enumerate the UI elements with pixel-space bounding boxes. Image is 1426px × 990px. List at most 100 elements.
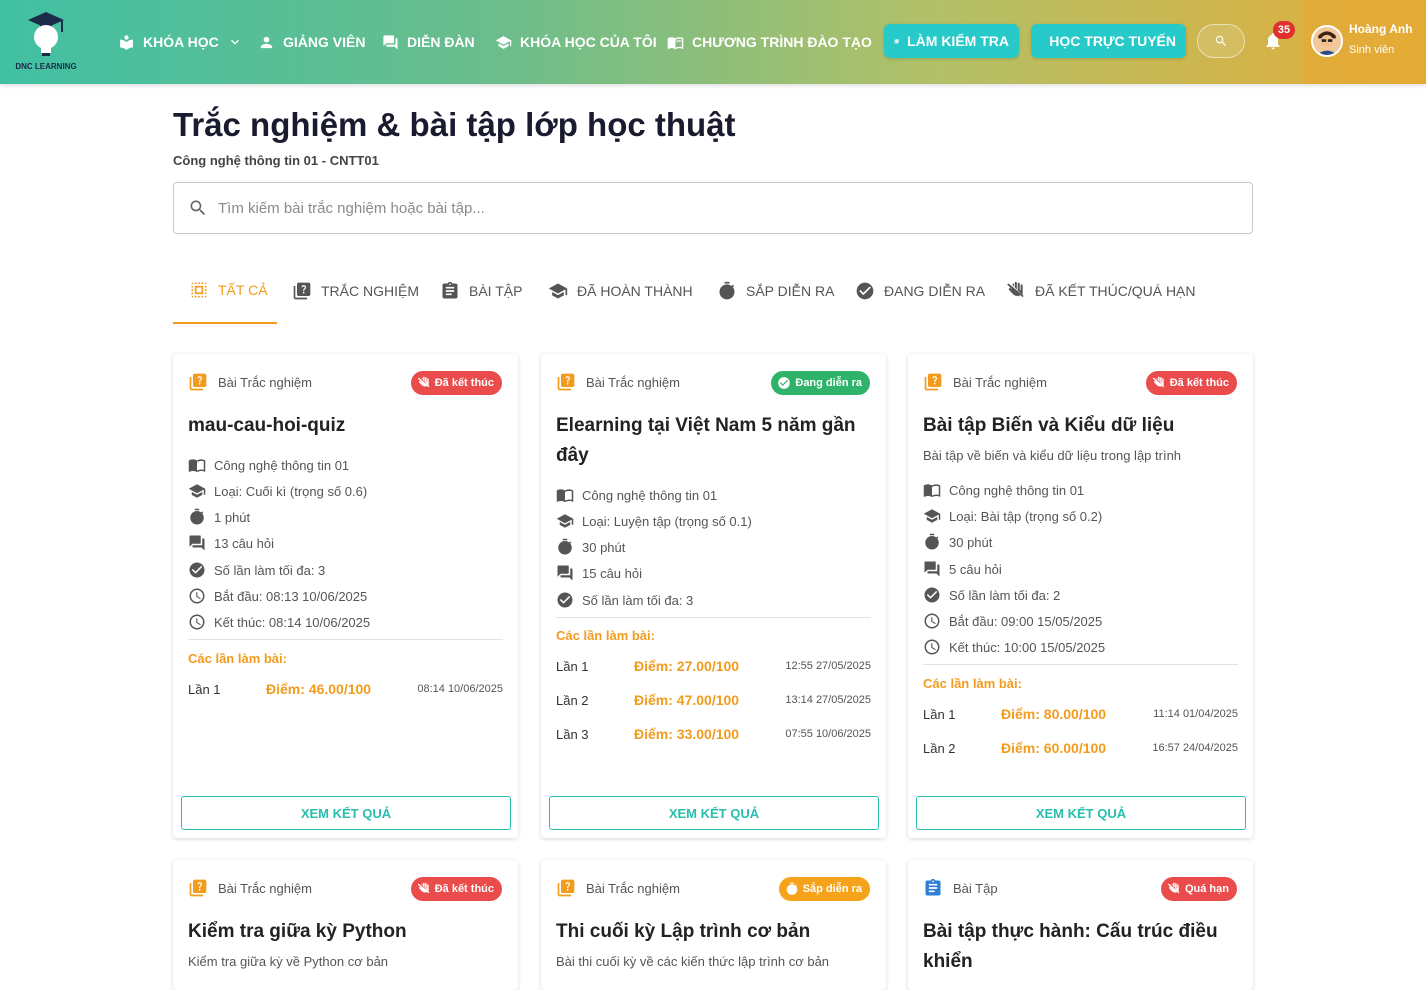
divider bbox=[923, 664, 1238, 665]
status-badge-label: Sắp diễn ra bbox=[803, 883, 862, 895]
card-type-label: Bài Trắc nghiệm bbox=[586, 881, 680, 896]
meta-end: Kết thúc: 10:00 15/05/2025 bbox=[923, 637, 1105, 657]
status-badge-label: Đã kết thúc bbox=[435, 883, 494, 895]
forum-icon bbox=[188, 534, 206, 552]
graduation-cap-icon bbox=[923, 507, 941, 525]
attempt-row: Lần 2 Điểm: 47.00/100 13:14 27/05/2025 bbox=[556, 691, 871, 711]
dnc-learning-logo[interactable]: DNC LEARNING bbox=[10, 10, 82, 74]
timer-icon bbox=[556, 538, 574, 556]
search-input[interactable] bbox=[218, 200, 1118, 217]
attempts-title: Các lần làm bài: bbox=[923, 676, 1022, 691]
tab-ongoing[interactable]: ĐANG DIỄN RA bbox=[855, 258, 985, 324]
timer-icon bbox=[923, 533, 941, 551]
attempt-score: Điểm: 47.00/100 bbox=[634, 692, 739, 708]
tab-ended-overdue-label: ĐÃ KẾT THÚC/QUÁ HẠN bbox=[1035, 283, 1196, 299]
meta-course: Công nghệ thông tin 01 bbox=[188, 455, 349, 475]
attempt-row: Lần 2 Điểm: 60.00/100 16:57 24/04/2025 bbox=[923, 739, 1238, 759]
search-icon bbox=[188, 198, 208, 218]
nav-my-courses-label: KHÓA HỌC CỦA TÔI bbox=[520, 34, 657, 50]
select-all-icon bbox=[189, 280, 209, 300]
online-class-label: HỌC TRỰC TUYẾN bbox=[1049, 33, 1176, 49]
meta-questions: 15 câu hỏi bbox=[556, 563, 642, 583]
clock-icon bbox=[188, 613, 206, 631]
card-type: Bài Trắc nghiệm bbox=[188, 372, 312, 392]
status-badge: Đã kết thúc bbox=[1146, 371, 1237, 395]
book-open-icon bbox=[118, 34, 135, 51]
card-description: Bài thi cuối kỳ về các kiến thức lập trì… bbox=[556, 954, 829, 969]
quiz-icon bbox=[188, 878, 208, 898]
search-bar[interactable] bbox=[173, 182, 1253, 234]
meta-start: Bắt đầu: 09:00 15/05/2025 bbox=[923, 611, 1102, 631]
nav-courses-label: KHÓA HỌC bbox=[143, 34, 219, 50]
card-title: Thi cuối kỳ Lập trình cơ bản bbox=[556, 917, 871, 947]
tab-quiz[interactable]: TRẮC NGHIỆM bbox=[292, 258, 419, 324]
assignment-card: Bài Tập Quá hạn Bài tập thực hành: Cấu t… bbox=[908, 860, 1253, 990]
attempt-row: Lần 1 Điểm: 46.00/100 08:14 10/06/2025 bbox=[188, 680, 503, 700]
view-result-button[interactable]: XEM KẾT QUẢ bbox=[549, 796, 879, 830]
forum-icon bbox=[923, 560, 941, 578]
meta-course: Công nghệ thông tin 01 bbox=[923, 480, 1084, 500]
forum-icon bbox=[556, 564, 574, 582]
attempt-time: 07:55 10/06/2025 bbox=[785, 728, 871, 740]
timer-icon bbox=[785, 882, 799, 896]
check-circle-icon bbox=[777, 376, 791, 390]
attempt-score: Điểm: 80.00/100 bbox=[1001, 706, 1106, 722]
graduation-cap-icon bbox=[548, 281, 568, 301]
meta-duration: 1 phút bbox=[188, 507, 250, 527]
book-icon bbox=[556, 486, 574, 504]
nav-programs[interactable]: CHƯƠNG TRÌNH ĐÀO TẠO bbox=[667, 0, 872, 84]
quiz-card: Bài Trắc nghiệm Đã kết thúc Bài tập Biến… bbox=[908, 354, 1253, 838]
clock-icon bbox=[923, 612, 941, 630]
search-icon bbox=[1214, 34, 1228, 48]
clock-icon bbox=[188, 587, 206, 605]
online-class-button[interactable]: HỌC TRỰC TUYẾN bbox=[1031, 24, 1186, 58]
page-subtitle: Công nghệ thông tin 01 - CNTT01 bbox=[173, 153, 379, 168]
nav-teachers-label: GIẢNG VIÊN bbox=[283, 34, 365, 50]
take-test-button[interactable]: LÀM KIỂM TRA bbox=[884, 24, 1019, 58]
graduation-cap-icon bbox=[188, 482, 206, 500]
filter-tabs: TẤT CẢ TRẮC NGHIỆM BÀI TẬP ĐÃ HOÀN THÀNH… bbox=[173, 258, 1253, 324]
tab-upcoming-label: SẮP DIỄN RA bbox=[746, 283, 834, 299]
tab-assignment[interactable]: BÀI TẬP bbox=[440, 258, 522, 324]
meta-max-attempts: Số lần làm tối đa: 3 bbox=[188, 560, 325, 580]
user-menu[interactable]: Hoàng Anh Sinh viên bbox=[1303, 0, 1426, 84]
tab-all[interactable]: TẤT CẢ bbox=[173, 258, 277, 324]
nav-my-courses[interactable]: KHÓA HỌC CỦA TÔI bbox=[495, 0, 657, 84]
check-circle-icon bbox=[556, 591, 574, 609]
meta-duration: 30 phút bbox=[556, 537, 625, 557]
take-test-label: LÀM KIỂM TRA bbox=[907, 33, 1009, 49]
card-type: Bài Tập bbox=[923, 878, 998, 898]
attempt-time: 11:14 01/04/2025 bbox=[1153, 708, 1238, 720]
header-search-button[interactable] bbox=[1197, 24, 1245, 58]
quiz-icon bbox=[894, 33, 899, 50]
card-type-label: Bài Trắc nghiệm bbox=[218, 375, 312, 390]
meta-course-text: Công nghệ thông tin 01 bbox=[949, 483, 1084, 498]
tab-upcoming[interactable]: SẮP DIỄN RA bbox=[717, 258, 834, 324]
quiz-card: Bài Trắc nghiệm Đã kết thúc mau-cau-hoi-… bbox=[173, 354, 518, 838]
check-circle-icon bbox=[855, 281, 875, 301]
status-badge: Đã kết thúc bbox=[411, 371, 502, 395]
meta-duration-text: 30 phút bbox=[582, 540, 625, 555]
notification-count-badge: 35 bbox=[1273, 21, 1295, 39]
page-title: Trắc nghiệm & bài tập lớp học thuật bbox=[173, 106, 736, 144]
card-type: Bài Trắc nghiệm bbox=[923, 372, 1047, 392]
nav-forum[interactable]: DIỄN ĐÀN bbox=[382, 0, 475, 84]
meta-max-attempts-text: Số lần làm tối đa: 2 bbox=[949, 588, 1060, 603]
meta-questions: 5 câu hỏi bbox=[923, 559, 1002, 579]
nav-courses[interactable]: KHÓA HỌC bbox=[118, 0, 243, 84]
status-badge: Đang diễn ra bbox=[771, 371, 870, 395]
tab-ended-overdue[interactable]: ĐÃ KẾT THÚC/QUÁ HẠN bbox=[1006, 258, 1196, 324]
meta-questions-text: 13 câu hỏi bbox=[214, 536, 274, 551]
attempt-row: Lần 3 Điểm: 33.00/100 07:55 10/06/2025 bbox=[556, 725, 871, 745]
do-not-touch-icon bbox=[1152, 376, 1166, 390]
user-role: Sinh viên bbox=[1349, 44, 1394, 56]
tab-completed[interactable]: ĐÃ HOÀN THÀNH bbox=[548, 258, 693, 324]
nav-teachers[interactable]: GIẢNG VIÊN bbox=[258, 0, 365, 84]
view-result-button[interactable]: XEM KẾT QUẢ bbox=[181, 796, 511, 830]
meta-kind: Loại: Cuối kì (trọng số 0.6) bbox=[188, 481, 367, 501]
do-not-touch-icon bbox=[417, 376, 431, 390]
view-result-button[interactable]: XEM KẾT QUẢ bbox=[916, 796, 1246, 830]
do-not-touch-icon bbox=[417, 882, 431, 896]
book-icon bbox=[923, 481, 941, 499]
attempt-time: 16:57 24/04/2025 bbox=[1152, 742, 1238, 754]
